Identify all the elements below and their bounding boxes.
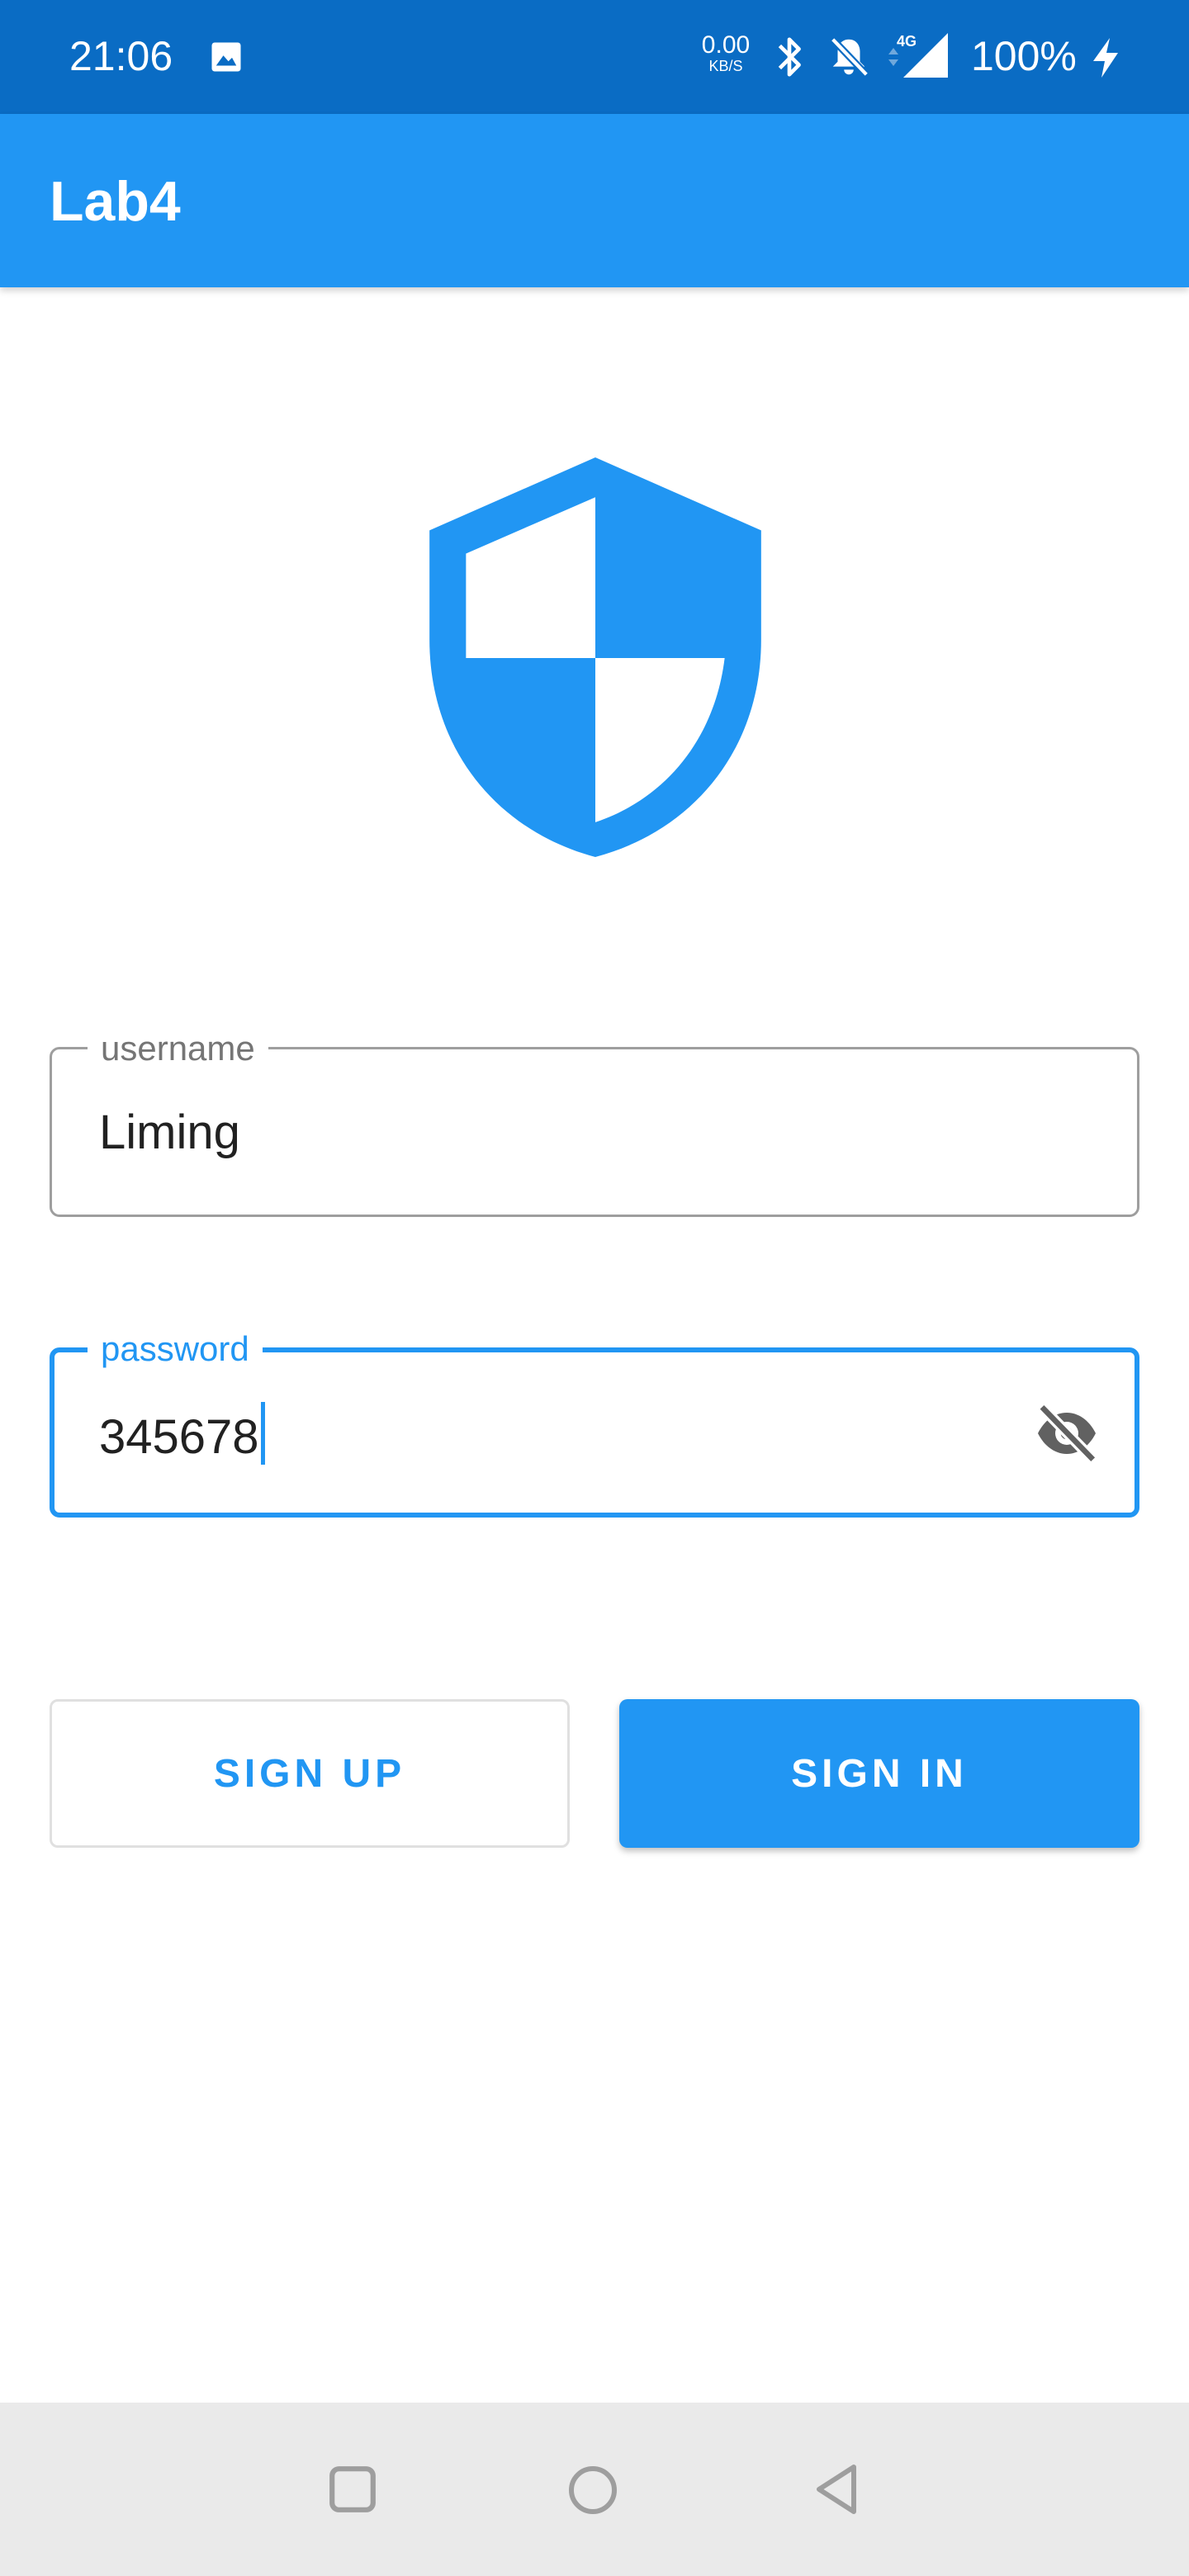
bluetooth-icon	[778, 37, 801, 77]
password-field[interactable]: password 345678	[50, 1329, 1139, 1518]
back-icon[interactable]	[812, 2462, 860, 2517]
recent-apps-icon[interactable]	[327, 2464, 378, 2515]
password-label: password	[88, 1329, 263, 1369]
username-field[interactable]: username Liming	[50, 1029, 1139, 1217]
status-time: 21:06	[69, 33, 173, 79]
sign-up-button[interactable]: SIGN UP	[50, 1699, 570, 1848]
battery-level: 100%	[971, 33, 1077, 79]
network-type-label: 4G	[897, 33, 917, 50]
username-input[interactable]: Liming	[99, 1104, 240, 1162]
login-screen: 21:06 0.00 KB/S 4G 100% Lab4 username Li…	[0, 0, 1189, 2576]
signal-icon: 4G	[888, 33, 948, 78]
visibility-off-icon[interactable]	[1032, 1400, 1101, 1466]
password-input[interactable]: 345678	[99, 1402, 265, 1466]
charging-icon	[1093, 38, 1118, 78]
photo-icon	[211, 42, 241, 72]
sign-in-button[interactable]: SIGN IN	[619, 1699, 1139, 1848]
network-speed: 0.00 KB/S	[699, 31, 753, 75]
navigation-bar	[0, 2403, 1189, 2576]
username-label: username	[88, 1029, 268, 1068]
text-cursor	[260, 1402, 265, 1465]
password-value: 345678	[99, 1410, 259, 1464]
shield-icon	[429, 457, 761, 857]
status-bar: 21:06 0.00 KB/S 4G 100%	[0, 0, 1189, 114]
notifications-off-icon	[830, 36, 869, 78]
network-speed-unit: KB/S	[708, 58, 743, 74]
app-bar: Lab4	[0, 114, 1189, 287]
home-icon[interactable]	[566, 2464, 619, 2517]
app-title: Lab4	[50, 170, 181, 233]
network-speed-value: 0.00	[701, 31, 751, 59]
